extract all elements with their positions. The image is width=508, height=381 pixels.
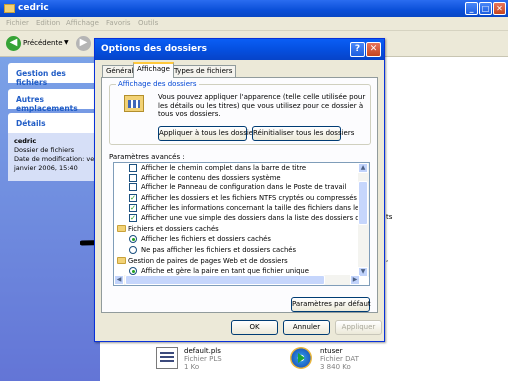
- setting-label: Afficher le Panneau de configuration dan…: [141, 183, 347, 191]
- advanced-settings-label: Paramètres avancés :: [109, 153, 185, 161]
- menu-fichier[interactable]: Fichier: [6, 19, 29, 27]
- setting-label: Fichiers et dossiers cachés: [128, 225, 219, 233]
- reset-all-folders-button[interactable]: Réinitialiser tous les dossiers: [252, 126, 354, 141]
- setting-label: Afficher les fichiers et dossiers cachés: [141, 235, 271, 243]
- checkbox-checked-icon[interactable]: ✓: [129, 194, 137, 202]
- folder-icon: [117, 257, 126, 264]
- menu-affichage[interactable]: Affichage: [66, 19, 99, 27]
- checkbox-icon[interactable]: [129, 183, 137, 191]
- settings-option-row[interactable]: ✓ Afficher une vue simple des dossiers da…: [114, 213, 369, 223]
- group-title: Affichage des dossiers: [116, 80, 199, 88]
- setting-label: Afficher les informations concernant la …: [141, 204, 369, 212]
- partial-item-text: ts: [386, 213, 393, 221]
- advanced-settings-list[interactable]: Afficher le chemin complet dans la barre…: [113, 162, 370, 286]
- settings-group-row[interactable]: Fichiers et dossiers cachés: [114, 224, 359, 234]
- settings-option-row[interactable]: Afficher les fichiers et dossiers cachés: [114, 234, 359, 244]
- menu-edition[interactable]: Edition: [36, 19, 60, 27]
- scroll-thumb[interactable]: [358, 181, 368, 225]
- settings-option-row[interactable]: ✓ Afficher les dossiers et les fichiers N…: [114, 193, 369, 203]
- folder-options-dialog: Options des dossiers ? ✕ Général Afficha…: [94, 38, 385, 342]
- back-arrow-icon[interactable]: ◀: [6, 36, 21, 51]
- dialog-title-bar: Options des dossiers ? ✕: [95, 39, 384, 60]
- scroll-right-icon[interactable]: ▶: [350, 275, 360, 285]
- details-modified-date: janvier 2006, 15:40: [14, 164, 78, 172]
- settings-group-row[interactable]: Gestion de paires de pages Web et de dos…: [114, 256, 359, 266]
- cancel-button[interactable]: Annuler: [283, 320, 330, 335]
- checkbox-checked-icon[interactable]: ✓: [129, 204, 137, 212]
- pls-file-size: 1 Ko: [184, 363, 200, 371]
- folder-view-group: Affichage des dossiers Vous pouvez appli…: [109, 80, 371, 145]
- pls-file-label[interactable]: default.pls Fichier PLS 1 Ko: [184, 347, 222, 371]
- folder-icon: [4, 4, 15, 13]
- forward-arrow-icon[interactable]: ▶: [76, 36, 91, 51]
- dat-file-label[interactable]: ntuser Fichier DAT 3 840 Ko: [320, 347, 359, 371]
- explorer-title-bar: cedric _ □ ✕: [0, 0, 508, 17]
- ok-button[interactable]: OK: [231, 320, 278, 335]
- checkbox-icon[interactable]: [129, 164, 137, 172]
- settings-option-row[interactable]: ✓ Afficher les informations concernant la…: [114, 203, 369, 213]
- tab-affichage[interactable]: Affichage: [133, 62, 174, 78]
- back-button-label[interactable]: Précédente: [23, 39, 63, 47]
- setting-label: Afficher les dossiers et les fichiers NT…: [141, 194, 370, 202]
- pls-file-type: Fichier PLS: [184, 355, 222, 363]
- close-icon[interactable]: ✕: [493, 2, 506, 15]
- menu-outils[interactable]: Outils: [138, 19, 158, 27]
- scroll-up-icon[interactable]: ▲: [358, 163, 368, 173]
- radio-selected-icon[interactable]: [129, 267, 137, 275]
- gestion-panel-header[interactable]: Gestion des fichiers: [8, 63, 98, 87]
- details-panel-body: cedric Dossier de fichiers Date de modif…: [8, 133, 98, 181]
- minimize-icon[interactable]: _: [465, 2, 478, 15]
- settings-option-row[interactable]: Ne pas afficher les fichiers et dossiers…: [114, 245, 359, 255]
- settings-option-row[interactable]: Afficher le Panneau de configuration dan…: [114, 182, 359, 192]
- hscroll-thumb[interactable]: [125, 275, 325, 285]
- details-panel-header[interactable]: Détails: [8, 113, 98, 133]
- setting-label: Afficher une vue simple des dossiers dan…: [141, 214, 370, 222]
- dialog-close-icon[interactable]: ✕: [366, 42, 381, 57]
- setting-label: Gestion de paires de pages Web et de dos…: [128, 257, 288, 265]
- tasks-pane: Gestion des fichiers Autres emplacements…: [0, 57, 100, 381]
- scroll-left-icon[interactable]: ◀: [114, 275, 124, 285]
- dialog-title: Options des dossiers: [101, 44, 207, 54]
- folder-icon: [117, 225, 126, 232]
- group-description: Vous pouvez appliquer l'apparence (telle…: [158, 93, 366, 118]
- dat-file-name: ntuser: [320, 347, 343, 355]
- settings-option-row[interactable]: Afficher le chemin complet dans la barre…: [114, 163, 359, 173]
- partial-item-text-2: ,: [386, 255, 389, 263]
- radio-icon[interactable]: [129, 246, 137, 254]
- dat-file-size: 3 840 Ko: [320, 363, 351, 371]
- details-modified: Date de modification: ver: [14, 155, 97, 163]
- checkbox-checked-icon[interactable]: ✓: [129, 214, 137, 222]
- folder-view-icon: [124, 95, 144, 112]
- checkbox-icon[interactable]: [129, 174, 137, 182]
- tab-types[interactable]: Types de fichiers: [170, 65, 237, 77]
- maximize-icon[interactable]: □: [479, 2, 492, 15]
- setting-label: Ne pas afficher les fichiers et dossiers…: [141, 246, 296, 254]
- pls-file-icon[interactable]: [156, 347, 178, 369]
- setting-label: Afficher le chemin complet dans la barre…: [141, 164, 307, 172]
- horizontal-scrollbar[interactable]: ◀ ▶: [114, 275, 360, 285]
- pls-file-name: default.pls: [184, 347, 221, 355]
- dat-file-type: Fichier DAT: [320, 355, 359, 363]
- help-icon[interactable]: ?: [350, 42, 365, 57]
- default-settings-button[interactable]: Paramètres par défaut: [291, 297, 371, 312]
- dropdown-icon[interactable]: ▼: [64, 39, 69, 46]
- menu-favoris[interactable]: Favoris: [106, 19, 131, 27]
- apply-all-folders-button[interactable]: Appliquer à tous les dossiers: [158, 126, 260, 141]
- autres-panel-header[interactable]: Autres emplacements: [8, 89, 98, 113]
- vertical-scrollbar[interactable]: ▲ ▼: [358, 163, 369, 277]
- dat-file-icon[interactable]: [290, 347, 312, 369]
- apply-button[interactable]: Appliquer: [335, 320, 382, 335]
- explorer-title: cedric: [18, 3, 49, 13]
- details-type: Dossier de fichiers: [14, 146, 75, 154]
- details-name: cedric: [14, 137, 37, 145]
- radio-selected-icon[interactable]: [129, 235, 137, 243]
- menu-bar: Fichier Edition Affichage Favoris Outils: [0, 17, 508, 31]
